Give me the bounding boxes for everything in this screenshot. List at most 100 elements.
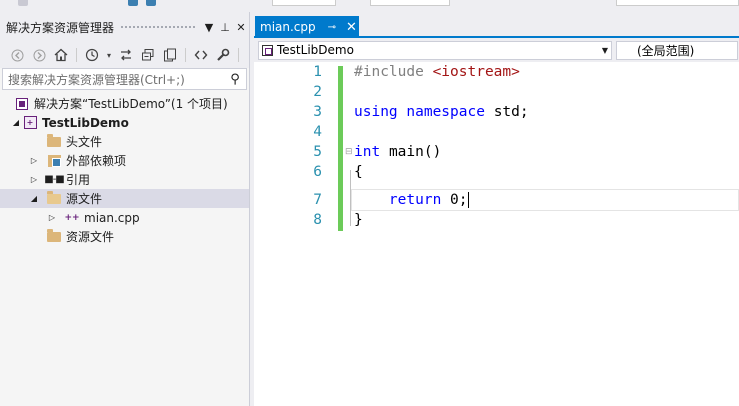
editor-panel: mian.cpp ⊸ ✕ TestLibDemo ▼ (全局范围) 1 #inc… bbox=[254, 12, 739, 406]
collapse-all-icon[interactable] bbox=[139, 46, 157, 64]
code-line[interactable]: 3 using namespace std; bbox=[254, 102, 739, 122]
folder-icon bbox=[46, 133, 62, 149]
code-line[interactable]: 1 #include <iostream> bbox=[254, 62, 739, 82]
solution-icon bbox=[14, 97, 30, 111]
pin-tab-icon[interactable]: ⊸ bbox=[328, 22, 336, 33]
navigation-bar: TestLibDemo ▼ (全局范围) bbox=[254, 38, 739, 62]
scope-dropdown[interactable]: (全局范围) bbox=[616, 40, 738, 60]
code-token: using bbox=[354, 104, 398, 120]
forward-icon[interactable] bbox=[30, 46, 48, 64]
chevron-down-icon[interactable]: ▼ bbox=[599, 46, 611, 55]
tab-mian-cpp[interactable]: mian.cpp ⊸ ✕ bbox=[255, 16, 359, 38]
collapsed-arrow-icon[interactable]: ▷ bbox=[46, 213, 58, 222]
code-line-current[interactable]: 7 return 0; bbox=[254, 190, 739, 210]
home-icon[interactable] bbox=[52, 46, 70, 64]
tree-item-label: 外部依赖项 bbox=[66, 154, 127, 168]
line-number: 5 bbox=[313, 144, 322, 160]
tree-item-external-dependencies[interactable]: ▷ 外部依赖项 bbox=[0, 151, 249, 170]
search-icon[interactable]: ⚲ bbox=[224, 72, 246, 87]
toolbar-icon[interactable] bbox=[128, 0, 138, 6]
code-line[interactable]: 4 bbox=[254, 122, 739, 142]
close-icon[interactable]: ✕ bbox=[233, 21, 249, 34]
code-text: int main() bbox=[354, 144, 441, 160]
tree-item-label: 资源文件 bbox=[66, 230, 115, 244]
project-scope-icon bbox=[262, 44, 273, 56]
line-number: 8 bbox=[313, 212, 322, 228]
tree-item-source-files[interactable]: ◢ 源文件 bbox=[0, 189, 249, 208]
code-token: main() bbox=[388, 144, 442, 160]
top-toolbar bbox=[0, 0, 739, 12]
code-token: return bbox=[388, 192, 442, 208]
code-token: int bbox=[354, 144, 381, 160]
expanded-arrow-icon[interactable]: ◢ bbox=[10, 118, 22, 127]
folder-open-icon bbox=[46, 190, 62, 206]
back-icon[interactable] bbox=[8, 46, 26, 64]
tree-item-project[interactable]: ◢ + TestLibDemo bbox=[0, 113, 249, 132]
code-text: using namespace std; bbox=[354, 104, 529, 120]
code-editor[interactable]: 1 #include <iostream> 2 3 using namespac… bbox=[254, 62, 739, 406]
toolbar-separator bbox=[185, 48, 186, 62]
solution-explorer-panel: 解决方案资源管理器 ▼ ⊥ ✕ ▾ 搜索解决方案资源管理器(Ctrl+;) ⚲ … bbox=[0, 12, 250, 406]
history-dropdown-icon[interactable]: ▾ bbox=[105, 46, 113, 64]
code-token: #include bbox=[354, 64, 424, 80]
external-dependencies-icon bbox=[46, 154, 62, 168]
toolbar-separator bbox=[238, 48, 239, 62]
text-caret bbox=[467, 192, 469, 208]
tree-item-label: 引用 bbox=[66, 173, 91, 187]
line-number: 4 bbox=[313, 124, 322, 140]
tab-label: mian.cpp bbox=[260, 20, 316, 34]
tree-item-mian-cpp[interactable]: ▷ ++ mian.cpp bbox=[0, 208, 249, 227]
code-line[interactable]: 2 bbox=[254, 82, 739, 102]
view-code-icon[interactable] bbox=[192, 46, 210, 64]
properties-wrench-icon[interactable] bbox=[214, 46, 232, 64]
code-token: namespace bbox=[406, 104, 485, 120]
sync-icon[interactable] bbox=[117, 46, 135, 64]
tree-item-solution[interactable]: 解决方案“TestLibDemo”(1 个项目) bbox=[0, 94, 249, 113]
project-dropdown[interactable]: TestLibDemo ▼ bbox=[258, 40, 612, 60]
collapsed-arrow-icon[interactable]: ▷ bbox=[28, 156, 40, 165]
line-number: 7 bbox=[313, 192, 322, 208]
tree-item-resource-files[interactable]: 资源文件 bbox=[0, 227, 249, 246]
tree-item-label: 解决方案“TestLibDemo”(1 个项目) bbox=[34, 97, 228, 111]
code-line[interactable]: 5 ⊟ int main() bbox=[254, 142, 739, 162]
code-token: } bbox=[354, 212, 363, 228]
line-number: 3 bbox=[313, 104, 322, 120]
code-line[interactable]: 8 } bbox=[254, 210, 739, 230]
toolbar-dropdown[interactable] bbox=[272, 0, 336, 6]
code-text: { bbox=[354, 164, 363, 180]
solution-tree: 解决方案“TestLibDemo”(1 个项目) ◢ + TestLibDemo… bbox=[0, 94, 249, 246]
line-number: 1 bbox=[313, 64, 322, 80]
tab-underline bbox=[254, 36, 739, 38]
collapse-outline-icon[interactable]: ⊟ bbox=[345, 147, 353, 157]
auto-hide-pin-icon[interactable]: ⊥ bbox=[217, 21, 233, 34]
project-dropdown-value: TestLibDemo bbox=[277, 43, 354, 57]
toolbar-icon[interactable] bbox=[18, 0, 28, 6]
panel-title: 解决方案资源管理器 bbox=[6, 20, 115, 35]
code-text: return 0; bbox=[354, 192, 469, 208]
history-icon[interactable] bbox=[83, 46, 101, 64]
tree-item-references[interactable]: ▷ ■-■ 引用 bbox=[0, 170, 249, 189]
code-token: <iostream> bbox=[432, 64, 520, 80]
line-number: 6 bbox=[313, 164, 322, 180]
cpp-file-icon: ++ bbox=[64, 212, 80, 223]
project-icon: + bbox=[22, 116, 38, 130]
tree-item-header-files[interactable]: 头文件 bbox=[0, 132, 249, 151]
collapsed-arrow-icon[interactable]: ▷ bbox=[28, 175, 40, 184]
solution-search-box[interactable]: 搜索解决方案资源管理器(Ctrl+;) ⚲ bbox=[2, 68, 247, 90]
search-input[interactable]: 搜索解决方案资源管理器(Ctrl+;) bbox=[8, 71, 224, 88]
toolbar-icon[interactable] bbox=[146, 0, 156, 6]
references-icon: ■-■ bbox=[44, 174, 64, 185]
tree-item-label: mian.cpp bbox=[84, 210, 140, 225]
toolbar-separator bbox=[76, 48, 77, 62]
toolbar-dropdown[interactable] bbox=[370, 0, 450, 6]
scope-dropdown-value: (全局范围) bbox=[637, 43, 695, 58]
tree-item-label: TestLibDemo bbox=[42, 115, 129, 130]
toolbar-dropdown[interactable] bbox=[616, 0, 739, 6]
window-position-dropdown-icon[interactable]: ▼ bbox=[201, 21, 217, 34]
show-all-files-icon[interactable] bbox=[161, 46, 179, 64]
code-token: 0; bbox=[450, 192, 468, 208]
close-tab-icon[interactable]: ✕ bbox=[346, 20, 357, 35]
expanded-arrow-icon[interactable]: ◢ bbox=[28, 194, 40, 203]
code-line[interactable]: 6 { bbox=[254, 162, 739, 182]
title-grip bbox=[120, 24, 195, 30]
